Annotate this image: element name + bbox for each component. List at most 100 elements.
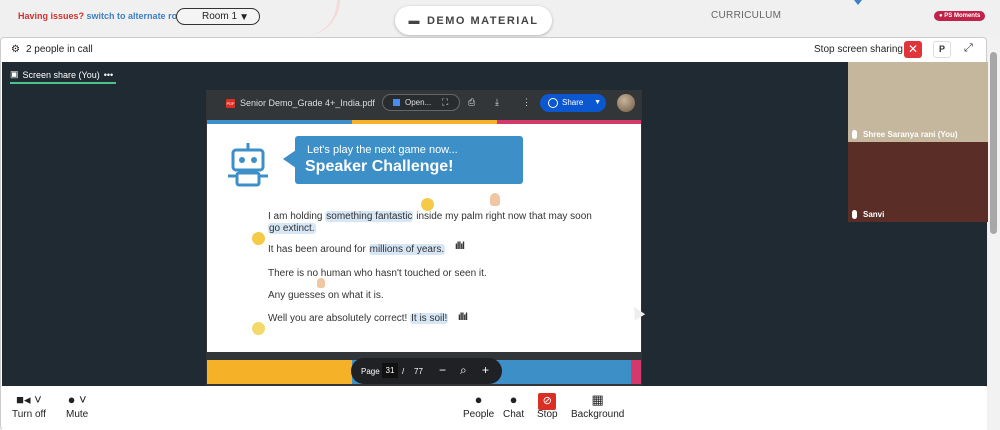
- chat-label: Chat: [503, 409, 525, 420]
- alternate-room-link[interactable]: switch to alternate room: [87, 11, 191, 21]
- slide-line-1-text: I am holding: [268, 211, 326, 222]
- ps-moments-badge[interactable]: ● PS Moments: [934, 11, 986, 21]
- slide-line-3-text: It has been around for: [268, 244, 369, 255]
- mic-icon: [852, 210, 857, 219]
- people-count: ⚙ 2 people in call: [11, 44, 93, 55]
- zoom-fit-icon[interactable]: ⌕: [460, 363, 467, 378]
- emoji-icon: [252, 322, 265, 335]
- call-header: ⚙ 2 people in call Stop screen sharing ✕…: [1, 38, 988, 62]
- slide-line-6: Well you are absolutely correct! It is s…: [268, 313, 449, 324]
- participant-tile[interactable]: Shree Saranya rani (You): [848, 62, 989, 142]
- open-with-label: Open...: [405, 98, 432, 107]
- participant-tile[interactable]: Sanvi: [848, 142, 989, 222]
- background-icon: ▦: [591, 392, 604, 407]
- more-options-icon[interactable]: ⋮: [522, 97, 531, 108]
- pdf-title: PDF Senior Demo_Grade 4+_India.pdf: [226, 98, 375, 108]
- screen-icon: ▣: [10, 69, 19, 79]
- pdf-icon: PDF: [226, 98, 235, 108]
- tab-indicator: [854, 0, 862, 5]
- chevron-down-icon: ▼: [594, 99, 601, 106]
- demo-material-button[interactable]: ▬ DEMO MATERIAL: [395, 6, 552, 35]
- mic-toggle[interactable]: ● ˅ Mute: [66, 391, 88, 420]
- emoji-icon: [252, 232, 265, 245]
- add-to-drive-icon[interactable]: ⛶: [442, 97, 448, 108]
- mic-icon: [852, 130, 857, 139]
- zoom-in-icon[interactable]: +: [482, 363, 489, 377]
- scrollbar-thumb[interactable]: [990, 52, 997, 234]
- page-label: Page: [361, 367, 380, 376]
- print-icon[interactable]: ⎙: [468, 97, 475, 108]
- zoom-out-icon[interactable]: −: [439, 363, 446, 377]
- slide-line-1: I am holding something fantastic inside …: [268, 211, 592, 222]
- pdf-filename: Senior Demo_Grade 4+_India.pdf: [240, 98, 375, 108]
- stage-area: ▣ Screen share (You) ••• PDF Senior Demo…: [2, 62, 989, 386]
- p-button[interactable]: P: [933, 41, 951, 58]
- bubble-line-2: Speaker Challenge!: [305, 158, 454, 175]
- people-label: People: [463, 409, 495, 420]
- decorative-swoosh: [280, 0, 340, 36]
- page-controls: Page 31 / 77 − ⌕ +: [351, 358, 502, 384]
- caret-down-icon: ▼: [239, 12, 249, 23]
- slide-line-2-highlight: go extinct.: [268, 223, 316, 234]
- slide-line-1-rest: inside my palm right now that may soon: [413, 211, 592, 222]
- audio-wave-icon: ıllıl: [458, 312, 468, 323]
- globe-icon: [548, 98, 558, 108]
- robot-icon: [228, 143, 268, 187]
- mute-label: Mute: [66, 409, 89, 420]
- share-label: Share: [562, 98, 584, 107]
- slide-line-3: It has been around for millions of years…: [268, 244, 446, 255]
- people-button[interactable]: ● People: [463, 391, 494, 420]
- room-select[interactable]: Room 1 ▼: [176, 8, 260, 25]
- fullscreen-icon[interactable]: ⤢: [964, 42, 973, 55]
- slide-line-5: Any guesses on what it is.: [268, 290, 384, 301]
- screen-share-tab[interactable]: ▣ Screen share (You) •••: [10, 69, 113, 80]
- total-pages: 77: [414, 367, 423, 376]
- demo-material-label: DEMO MATERIAL: [426, 14, 539, 27]
- participant-name: Sanvi: [852, 210, 884, 219]
- stop-label: Stop: [537, 409, 558, 420]
- slide-line-6-text: Well you are absolutely correct!: [268, 313, 411, 324]
- audio-wave-icon: ıllıl: [455, 241, 465, 252]
- page-number-input[interactable]: 31: [382, 363, 398, 378]
- slide-line-2: go extinct.: [268, 223, 316, 234]
- stop-sharing-label: Stop screen sharing: [814, 44, 903, 55]
- slide-color-stripe: [207, 120, 641, 124]
- camera-toggle[interactable]: ■◂ ˅ Turn off: [12, 391, 46, 420]
- folder-icon: ▬: [408, 14, 421, 27]
- call-controls: ■◂ ˅ Turn off ● ˅ Mute ● People ● Chat ⊘…: [2, 387, 987, 430]
- speech-bubble: Let's play the next game now... Speaker …: [295, 136, 523, 184]
- slide-line-3-highlight: millions of years.: [368, 244, 446, 255]
- screen-share-label: Screen share (You): [22, 69, 100, 80]
- more-icon[interactable]: •••: [104, 70, 113, 80]
- slide-page: Let's play the next game now... Speaker …: [207, 120, 641, 352]
- download-icon[interactable]: ⤓: [495, 97, 499, 108]
- pointer-hand-icon: [317, 278, 325, 288]
- hand-icon: [490, 193, 500, 206]
- call-panel: ⚙ 2 people in call Stop screen sharing ✕…: [0, 37, 989, 430]
- participant-name-label: Sanvi: [863, 210, 885, 219]
- page-separator: /: [402, 367, 405, 376]
- stop-share-button[interactable]: ⊘ Stop: [537, 391, 558, 420]
- ps-moments-label: PS Moments: [944, 13, 981, 19]
- bubble-line-1: Let's play the next game now...: [307, 144, 458, 156]
- account-avatar[interactable]: [617, 94, 635, 112]
- slide-line-1-highlight: something fantastic: [325, 211, 414, 222]
- microphone-icon: ● ˅: [67, 392, 87, 407]
- stop-sharing-button[interactable]: ✕: [904, 41, 922, 58]
- share-button[interactable]: Share ▼: [540, 94, 606, 112]
- slide-line-4: There is no human who hasn't touched or …: [268, 268, 487, 279]
- participant-name-label: Shree Saranya rani (You): [863, 130, 958, 139]
- room-select-value: Room 1: [202, 11, 238, 22]
- people-count-label: 2 people in call: [25, 44, 93, 55]
- curriculum-tab[interactable]: CURRICULUM: [711, 10, 781, 21]
- active-tab-underline: [10, 82, 116, 84]
- chat-button[interactable]: ● Chat: [503, 391, 524, 420]
- video-camera-icon: ■◂ ˅: [16, 392, 42, 407]
- camera-icon: ●: [939, 13, 943, 19]
- gear-icon[interactable]: ⚙: [11, 44, 20, 55]
- stop-share-icon: ⊘: [538, 393, 557, 410]
- pdf-viewer: PDF Senior Demo_Grade 4+_India.pdf Open.…: [206, 90, 642, 386]
- turn-off-label: Turn off: [12, 409, 46, 420]
- background-button[interactable]: ▦ Background: [571, 391, 624, 420]
- issue-notice: Having issues? switch to alternate room: [18, 11, 191, 21]
